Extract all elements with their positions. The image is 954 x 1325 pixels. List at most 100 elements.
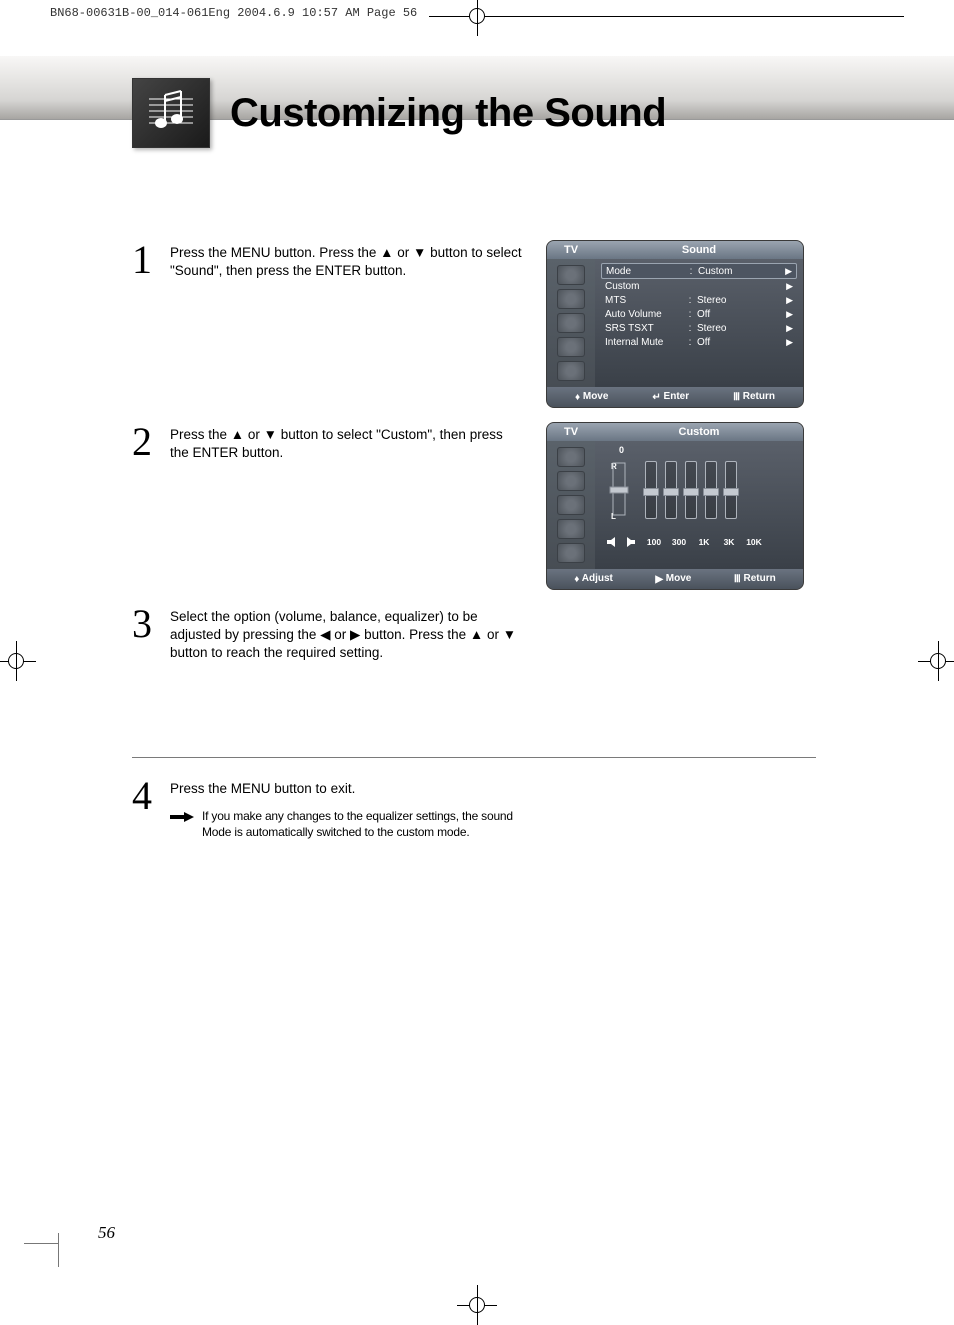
return-icon: Ⅲ	[733, 392, 740, 403]
sidebar-sound-icon	[557, 289, 585, 309]
chevron-right-icon: ▶	[783, 323, 793, 334]
print-header-rule	[429, 16, 904, 17]
separator	[132, 757, 816, 758]
osd-tab-tv: TV	[547, 241, 595, 259]
crop-corner-bl	[24, 1243, 58, 1267]
osd-row-mts[interactable]: MTS : Stereo ▶	[601, 293, 797, 307]
osd-row-value: Custom	[698, 266, 778, 277]
osd-hint-bar: ♦ Adjust ▶ Move Ⅲ Return	[547, 569, 803, 589]
step-2: 2 Press the ▲ or ▼ button to select "Cus…	[132, 422, 522, 564]
osd-row-label: MTS	[605, 295, 683, 306]
music-staff-icon	[132, 78, 210, 148]
hint-adjust: ♦ Adjust	[574, 573, 613, 585]
step-number: 4	[132, 776, 160, 841]
content-grid: 1 Press the MENU button. Press the ▲ or …	[0, 148, 954, 840]
eq-label: 3K	[720, 537, 738, 547]
sidebar-picture-icon	[557, 265, 585, 285]
eq-band-1k[interactable]	[685, 461, 697, 519]
step-text: Select the option (volume, balance, equa…	[170, 604, 522, 663]
osd-sound: TV Sound Mode : Custom ▶	[546, 240, 804, 408]
step-4: 4 Press the MENU button to exit. If you …	[132, 776, 816, 841]
eq-band-10k[interactable]	[725, 461, 737, 519]
step-number: 2	[132, 422, 160, 564]
osd-row-label: Mode	[606, 266, 684, 277]
hint-move: ▶ Move	[655, 573, 691, 585]
enter-icon: ↵	[652, 392, 660, 403]
osd-custom: TV Custom 0 R	[546, 422, 804, 590]
sidebar-function-icon	[557, 361, 585, 381]
osd-hint-bar: ♦ Move ↵ Enter Ⅲ Return	[547, 387, 803, 407]
eq-sliders[interactable]	[645, 461, 789, 523]
eq-band-300[interactable]	[665, 461, 677, 519]
step-3: 3 Select the option (volume, balance, eq…	[132, 604, 522, 663]
eq-label: 100	[645, 537, 663, 547]
note-text: If you make any changes to the equalizer…	[202, 808, 542, 840]
hint-move: ♦ Move	[575, 391, 608, 403]
note: If you make any changes to the equalizer…	[170, 808, 816, 840]
sidebar-sound-icon	[557, 471, 585, 491]
colon: :	[688, 266, 694, 277]
step-number: 1	[132, 240, 160, 382]
hint-enter: ↵ Enter	[652, 391, 689, 403]
osd-row-custom[interactable]: Custom ▶	[601, 279, 797, 293]
page-title: Customizing the Sound	[230, 91, 666, 136]
chevron-right-icon: ▶	[783, 337, 793, 348]
osd-row-srs-tsxt[interactable]: SRS TSXT : Stereo ▶	[601, 321, 797, 335]
osd-equalizer: 0 R L	[595, 441, 803, 569]
osd-row-auto-volume[interactable]: Auto Volume : Off ▶	[601, 307, 797, 321]
balance-slider-icon[interactable]: R L	[607, 457, 631, 521]
chevron-right-icon: ▶	[783, 309, 793, 320]
eq-label: 1K	[695, 537, 713, 547]
eq-current-value: 0	[619, 445, 624, 455]
return-icon: Ⅲ	[734, 574, 741, 585]
balance-l-label: L	[611, 512, 616, 521]
updown-icon: ♦	[575, 392, 580, 403]
osd-sidebar	[547, 259, 595, 387]
osd-row-internal-mute[interactable]: Internal Mute : Off ▶	[601, 335, 797, 349]
page: BN68-00631B-00_014-061Eng 2004.6.9 10:57…	[0, 0, 954, 1321]
osd-row-value: Stereo	[697, 295, 779, 306]
speaker-right-icon	[623, 537, 637, 547]
osd-title: Sound	[595, 241, 803, 259]
crop-mark-top	[457, 0, 497, 36]
updown-icon: ♦	[574, 574, 579, 585]
osd-title: Custom	[595, 423, 803, 441]
chevron-right-icon: ▶	[783, 281, 793, 292]
osd-row-value: Off	[697, 309, 779, 320]
hint-return: Ⅲ Return	[734, 573, 776, 585]
osd-row-mode[interactable]: Mode : Custom ▶	[601, 263, 797, 279]
osd-tab-tv: TV	[547, 423, 595, 441]
title-row: Customizing the Sound	[0, 78, 954, 148]
eq-label: 10K	[745, 537, 763, 547]
step-1: 1 Press the MENU button. Press the ▲ or …	[132, 240, 522, 382]
osd-row-value: Stereo	[697, 323, 779, 334]
page-number: 56	[98, 1223, 115, 1243]
osd-row-value: Off	[697, 337, 779, 348]
crop-mark-left	[0, 641, 36, 681]
sidebar-function-icon	[557, 543, 585, 563]
sidebar-channel-icon	[557, 495, 585, 515]
sidebar-picture-icon	[557, 447, 585, 467]
sidebar-setup-icon	[557, 519, 585, 539]
sidebar-channel-icon	[557, 313, 585, 333]
eq-band-100[interactable]	[645, 461, 657, 519]
eq-label: 300	[670, 537, 688, 547]
chevron-right-icon: ▶	[782, 266, 792, 277]
crop-mark-bottom	[457, 1285, 497, 1325]
osd-row-label: Auto Volume	[605, 309, 683, 320]
eq-band-3k[interactable]	[705, 461, 717, 519]
right-icon: ▶	[655, 574, 663, 585]
crop-mark-right	[918, 641, 954, 681]
osd-row-label: SRS TSXT	[605, 323, 683, 334]
empty-cell	[546, 604, 816, 703]
step-number: 3	[132, 604, 160, 663]
step-text: Press the ▲ or ▼ button to select "Custo…	[170, 422, 522, 564]
speaker-left-icon	[605, 537, 619, 547]
step-text: Press the MENU button. Press the ▲ or ▼ …	[170, 240, 522, 382]
note-arrow-icon	[170, 808, 194, 840]
print-header-text: BN68-00631B-00_014-061Eng 2004.6.9 10:57…	[50, 6, 417, 20]
chevron-right-icon: ▶	[783, 295, 793, 306]
osd-menu-list: Mode : Custom ▶ Custom ▶ MTS : Ste	[595, 259, 803, 387]
osd-row-label: Custom	[605, 281, 683, 292]
osd-sidebar	[547, 441, 595, 569]
